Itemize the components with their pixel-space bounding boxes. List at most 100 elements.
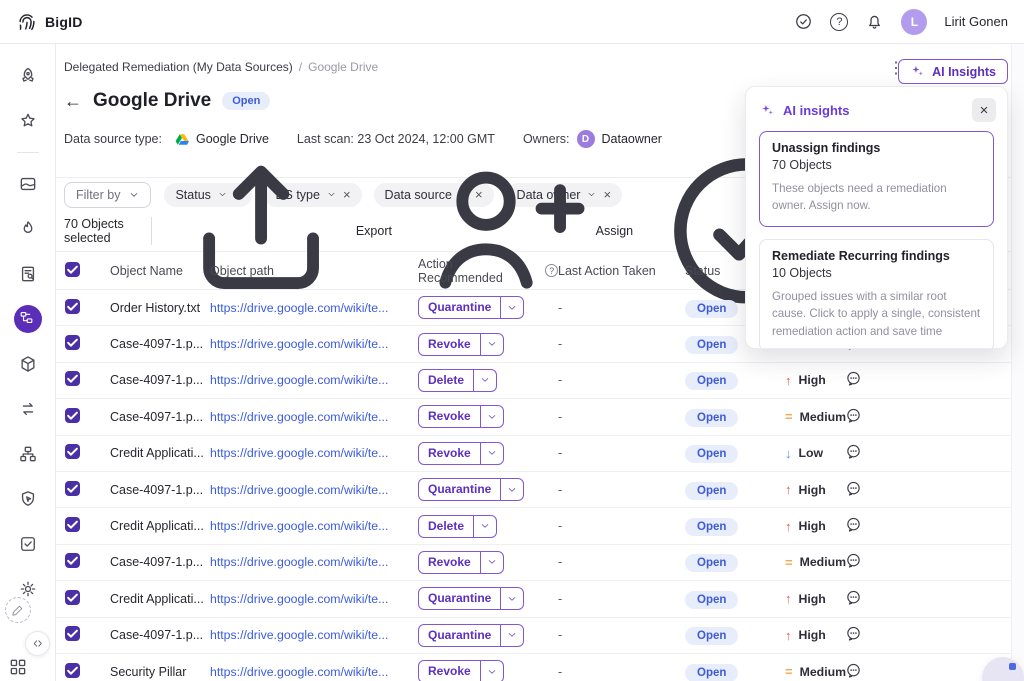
col-last-action-taken[interactable]: Last Action Taken	[558, 264, 685, 278]
select-all-checkbox[interactable]	[65, 262, 80, 277]
action-label[interactable]: Quarantine	[419, 297, 501, 318]
action-recommended-button[interactable]: Delete	[418, 369, 497, 392]
action-recommended-button[interactable]: Delete	[418, 515, 497, 538]
chevron-down-icon[interactable]	[501, 479, 523, 500]
chevron-down-icon[interactable]	[481, 552, 503, 573]
action-label[interactable]: Delete	[419, 516, 474, 537]
action-recommended-button[interactable]: Revoke	[418, 551, 504, 574]
chevron-down-icon[interactable]	[481, 334, 503, 355]
sidebar-item-star[interactable]	[14, 107, 42, 135]
action-label[interactable]: Revoke	[419, 334, 481, 355]
ai-insight-card[interactable]: Unassign findings70 ObjectsThese objects…	[759, 131, 994, 227]
sidebar-item-cube[interactable]	[14, 350, 42, 378]
notifications-bell-icon[interactable]	[865, 12, 884, 31]
object-path-link[interactable]: https://drive.google.com/wiki/te...	[210, 337, 388, 351]
row-checkbox[interactable]	[65, 590, 80, 605]
user-avatar[interactable]: L	[901, 9, 927, 35]
sidebar-item-rocket[interactable]	[14, 62, 42, 90]
action-label[interactable]: Quarantine	[419, 625, 501, 646]
row-checkbox[interactable]	[65, 335, 80, 350]
back-arrow-icon[interactable]: ←	[64, 92, 82, 110]
sidebar-item-tasks[interactable]	[14, 530, 42, 558]
filter-by-dropdown[interactable]: Filter by	[64, 182, 151, 208]
action-label[interactable]: Revoke	[419, 443, 481, 464]
col-action-recommended[interactable]: Action Recommended	[418, 257, 539, 285]
action-recommended-button[interactable]: Revoke	[418, 442, 504, 465]
comment-icon[interactable]	[845, 589, 862, 606]
action-label[interactable]: Revoke	[419, 661, 481, 681]
breadcrumb-parent[interactable]: Delegated Remediation (My Data Sources)	[64, 60, 293, 76]
object-path-link[interactable]: https://drive.google.com/wiki/te...	[210, 446, 388, 460]
action-recommended-button[interactable]: Quarantine	[418, 478, 524, 501]
action-recommended-button[interactable]: Quarantine	[418, 296, 524, 319]
chevron-down-icon[interactable]	[474, 370, 496, 391]
object-path-link[interactable]: https://drive.google.com/wiki/te...	[210, 483, 388, 497]
info-icon[interactable]	[545, 264, 558, 277]
action-label[interactable]: Revoke	[419, 552, 481, 573]
col-object-name[interactable]: Object Name	[110, 264, 210, 278]
row-checkbox[interactable]	[65, 553, 80, 568]
object-path-link[interactable]: https://drive.google.com/wiki/te...	[210, 519, 388, 533]
action-label[interactable]: Quarantine	[419, 588, 501, 609]
row-checkbox[interactable]	[65, 626, 80, 641]
comment-icon[interactable]	[845, 370, 862, 387]
user-name[interactable]: Lirit Gonen	[944, 14, 1008, 29]
close-icon[interactable]: ×	[972, 98, 996, 122]
object-path-link[interactable]: https://drive.google.com/wiki/te...	[210, 410, 388, 424]
system-status-icon[interactable]	[794, 12, 813, 31]
ai-insight-card[interactable]: Remediate Recurring findings10 ObjectsGr…	[759, 239, 994, 349]
export-button[interactable]: Export	[172, 142, 392, 320]
row-checkbox[interactable]	[65, 517, 80, 532]
object-path-link[interactable]: https://drive.google.com/wiki/te...	[210, 373, 388, 387]
action-recommended-button[interactable]: Revoke	[418, 333, 504, 356]
sidebar-item-remediation[interactable]	[14, 305, 42, 333]
sidebar-item-flame[interactable]	[14, 215, 42, 243]
object-path-link[interactable]: https://drive.google.com/wiki/te...	[210, 592, 388, 606]
brand[interactable]: BigID	[16, 11, 83, 33]
sidebar-item-report-search[interactable]	[14, 260, 42, 288]
row-checkbox[interactable]	[65, 444, 80, 459]
comment-icon[interactable]	[845, 552, 862, 569]
action-recommended-button[interactable]: Quarantine	[418, 624, 524, 647]
row-checkbox[interactable]	[65, 408, 80, 423]
action-label[interactable]: Delete	[419, 370, 474, 391]
chevron-down-icon[interactable]	[481, 406, 503, 427]
comment-icon[interactable]	[845, 443, 862, 460]
object-path-link[interactable]: https://drive.google.com/wiki/te...	[210, 555, 388, 569]
row-checkbox[interactable]	[65, 481, 80, 496]
apps-grid-button[interactable]	[8, 657, 28, 677]
comment-icon[interactable]	[845, 480, 862, 497]
chevron-down-icon[interactable]	[501, 297, 523, 318]
action-recommended-button[interactable]: Revoke	[418, 660, 504, 681]
object-path-link[interactable]: https://drive.google.com/wiki/te...	[210, 628, 388, 642]
chevron-down-icon[interactable]	[481, 661, 503, 681]
sidebar-item-image[interactable]	[14, 170, 42, 198]
chevron-down-icon[interactable]	[481, 443, 503, 464]
comment-icon[interactable]	[845, 662, 862, 679]
comment-icon[interactable]	[845, 407, 862, 424]
object-path-link[interactable]: https://drive.google.com/wiki/te...	[210, 301, 388, 315]
sidebar-item-hierarchy[interactable]	[14, 440, 42, 468]
action-recommended-button[interactable]: Revoke	[418, 405, 504, 428]
action-recommended-button[interactable]: Quarantine	[418, 587, 524, 610]
sidebar-item-transfer[interactable]	[14, 395, 42, 423]
action-label[interactable]: Quarantine	[419, 479, 501, 500]
assign-button[interactable]: Assign	[412, 142, 633, 320]
object-path-link[interactable]: https://drive.google.com/wiki/te...	[210, 665, 388, 679]
chevron-down-icon[interactable]	[501, 625, 523, 646]
row-checkbox[interactable]	[65, 663, 80, 678]
row-checkbox[interactable]	[65, 299, 80, 314]
col-object-path[interactable]: Object path	[210, 264, 418, 278]
comment-icon[interactable]	[845, 625, 862, 642]
edit-pencil-button[interactable]	[5, 597, 31, 623]
ai-insights-button[interactable]: AI Insights	[898, 59, 1008, 84]
row-checkbox[interactable]	[65, 371, 80, 386]
action-label[interactable]: Revoke	[419, 406, 481, 427]
chevron-down-icon[interactable]	[474, 516, 496, 537]
sidebar-collapse-button[interactable]	[25, 631, 50, 656]
help-icon[interactable]	[830, 13, 848, 31]
chevron-down-icon[interactable]	[501, 588, 523, 609]
comment-icon[interactable]	[845, 516, 862, 533]
ai-card-count: 10 Objects	[772, 266, 981, 280]
sidebar-item-shield[interactable]	[14, 485, 42, 513]
